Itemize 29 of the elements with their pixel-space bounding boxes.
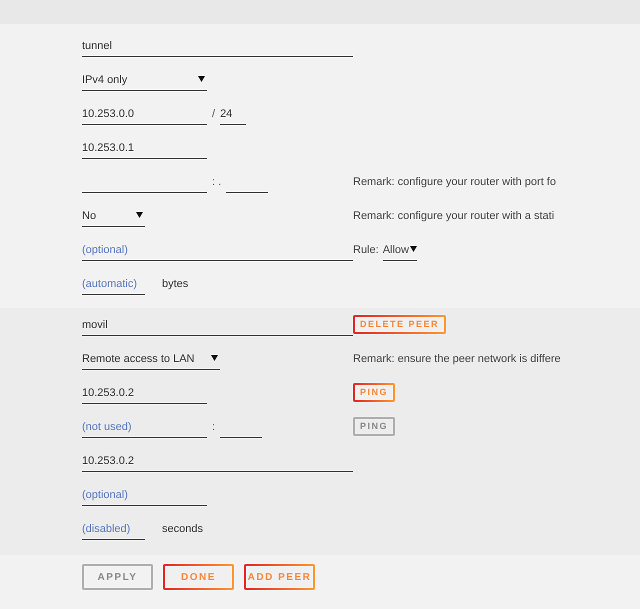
optional-field[interactable]: (optional) (82, 240, 353, 261)
separator-text: : . (211, 175, 222, 189)
prefix-field[interactable]: 24 (220, 104, 246, 125)
address-field[interactable]: 10.253.0.1 (82, 138, 207, 159)
caret-icon (211, 355, 218, 361)
unit-text: seconds (161, 522, 203, 536)
separator-text: / (211, 107, 216, 121)
key-field[interactable]: (optional) (82, 485, 207, 506)
allowed-ips-field[interactable]: 10.253.0.2 (82, 451, 353, 472)
ip-version-select[interactable]: IPv4 only (82, 70, 207, 91)
mtu-field[interactable]: (automatic) (82, 274, 145, 295)
remark-text: Remark: ensure the peer network is differe (353, 352, 561, 366)
unit-text: bytes (161, 277, 188, 291)
separator-text: : (211, 420, 216, 434)
remark-text: Remark: configure your router with port fo (353, 175, 556, 189)
peer-name-field[interactable]: movil (82, 315, 353, 336)
caret-icon (410, 246, 417, 252)
static-select[interactable]: No (82, 206, 145, 227)
caret-icon (136, 212, 143, 218)
rule-select[interactable]: Allow (382, 240, 417, 261)
mode-select[interactable]: Remote access to LAN (82, 349, 220, 370)
name-field[interactable]: tunnel (82, 36, 353, 57)
rule-label: Rule: (353, 243, 380, 257)
peer-address-field[interactable]: 10.253.0.2 (82, 383, 207, 404)
remark-text: Remark: configure your router with a stati (353, 209, 554, 223)
network-field[interactable]: 10.253.0.0 (82, 104, 207, 125)
peer-endpoint-field[interactable]: (not used) (82, 417, 207, 438)
keepalive-field[interactable]: (disabled) (82, 519, 145, 540)
caret-icon (198, 76, 205, 82)
